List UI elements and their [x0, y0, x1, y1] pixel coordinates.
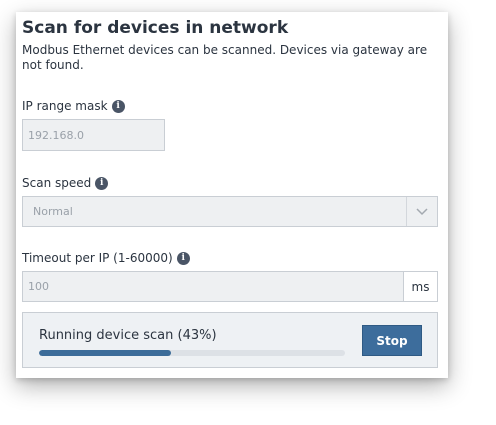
ip-range-label: IP range mask: [22, 99, 108, 113]
info-icon[interactable]: i: [95, 176, 109, 190]
ip-range-placeholder: 192.168.0: [28, 128, 84, 142]
chevron-down-icon: [406, 197, 437, 226]
scan-progress-bar: [39, 350, 345, 356]
ip-range-label-row: IP range mask i: [22, 99, 125, 113]
info-icon[interactable]: i: [176, 251, 190, 265]
scan-progress-text: Running device scan (43%): [39, 328, 217, 343]
ip-range-input[interactable]: 192.168.0: [22, 119, 165, 151]
timeout-input[interactable]: 100: [22, 271, 404, 302]
scan-speed-label-row: Scan speed i: [22, 176, 109, 190]
scan-progress-fill: [39, 350, 171, 356]
scan-speed-value: Normal: [33, 205, 73, 218]
timeout-label: Timeout per IP (1-60000): [22, 251, 173, 265]
info-icon[interactable]: i: [111, 99, 125, 113]
dialog-title: Scan for devices in network: [22, 18, 289, 38]
dialog-subtitle: Modbus Ethernet devices can be scanned. …: [22, 43, 428, 72]
stop-button[interactable]: Stop: [362, 325, 422, 356]
scan-speed-label: Scan speed: [22, 176, 92, 190]
timeout-placeholder: 100: [28, 280, 49, 293]
scan-progress-panel: Running device scan (43%) Stop: [22, 312, 438, 368]
timeout-unit: ms: [404, 271, 438, 302]
scan-speed-select[interactable]: Normal: [22, 196, 438, 227]
scan-devices-dialog: Scan for devices in network Modbus Ether…: [16, 12, 448, 378]
timeout-label-row: Timeout per IP (1-60000) i: [22, 251, 190, 265]
